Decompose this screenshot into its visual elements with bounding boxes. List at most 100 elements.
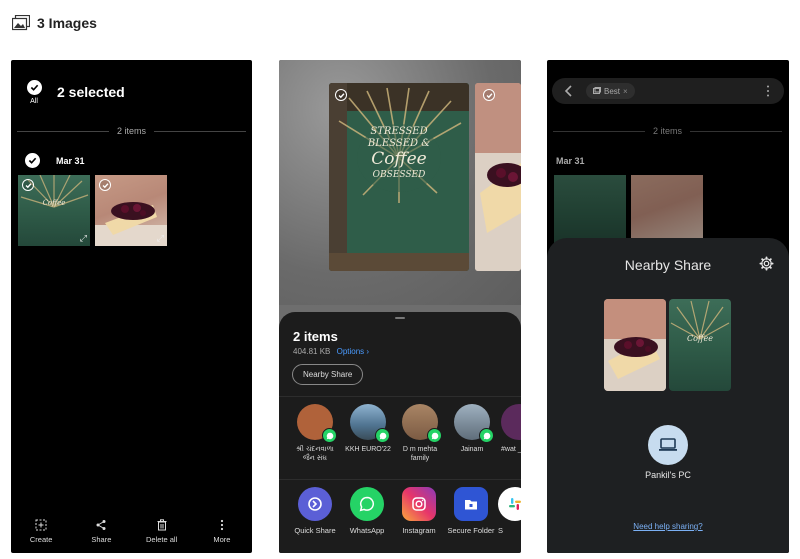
- chip-label: Best: [604, 86, 621, 96]
- bottom-action-bar: Create Share Delete all More: [11, 519, 252, 547]
- secure-folder-icon: [454, 487, 488, 521]
- checkmark-icon: [26, 80, 42, 95]
- neon-line-1: STRESSED: [370, 126, 428, 137]
- nearby-share-panel: Nearby Share Coffee Pankil's PC Need hel…: [547, 238, 789, 553]
- photo-thumbnail-neon[interactable]: Coffee ⤢: [18, 175, 90, 246]
- slack-icon: [498, 487, 521, 521]
- sheet-subtitle: 404.81 KB Options ›: [293, 347, 369, 356]
- contact-label: D m mehta family: [402, 446, 438, 462]
- create-icon: [35, 519, 47, 531]
- items-divider: 2 items: [553, 126, 783, 136]
- selected-photo-neon[interactable]: STRESSED BLESSED & Coffee OBSESSED: [329, 83, 469, 271]
- neon-line-4: OBSESSED: [372, 170, 426, 180]
- app-label: WhatsApp: [349, 526, 385, 535]
- contact-target-5[interactable]: #wat _bi: [501, 404, 521, 454]
- cake-photo-art: [604, 299, 666, 391]
- whatsapp-icon: [350, 487, 384, 521]
- items-count: 2 items: [117, 126, 147, 136]
- images-icon: [12, 15, 30, 31]
- back-arrow-icon[interactable]: [563, 84, 575, 98]
- avatar: [454, 404, 494, 443]
- cake-photo-art: [475, 83, 521, 271]
- app-label: S: [498, 526, 504, 535]
- select-all-toggle[interactable]: All: [25, 79, 43, 105]
- filter-chip-best[interactable]: Best ×: [586, 83, 635, 99]
- help-link[interactable]: Need help sharing?: [547, 522, 789, 531]
- divider: [279, 396, 521, 397]
- more-vertical-icon: [220, 519, 223, 531]
- whatsapp-icon: [322, 428, 337, 443]
- whatsapp-button[interactable]: WhatsApp: [342, 487, 392, 535]
- photo-thumbnail-cake[interactable]: [631, 175, 703, 246]
- selected-check-icon: [483, 89, 495, 101]
- neon-line-2: BLESSED &: [367, 138, 431, 149]
- select-all-label: All: [30, 98, 38, 105]
- selected-check-icon: [335, 89, 347, 101]
- avatar: [402, 404, 442, 443]
- expand-icon[interactable]: ⤢: [80, 233, 87, 244]
- items-divider: 2 items: [17, 126, 247, 136]
- create-button[interactable]: Create: [13, 519, 69, 547]
- neon-line-3: Coffee: [371, 149, 427, 169]
- contact-target-3[interactable]: D m mehta family: [397, 404, 443, 463]
- photo-thumbnail-cake[interactable]: ⤢: [95, 175, 167, 246]
- quick-share-icon: [298, 487, 332, 521]
- whatsapp-icon: [427, 428, 442, 443]
- sheet-title: 2 items: [293, 329, 338, 344]
- sheet-handle[interactable]: [395, 317, 405, 319]
- preview-photo-neon: Coffee: [669, 299, 731, 391]
- instagram-button[interactable]: Instagram: [394, 487, 444, 535]
- delete-all-button[interactable]: Delete all: [134, 519, 190, 547]
- screenshot-nearby-share: Best × 2 items Mar 31 Nearby Share Coffe…: [547, 60, 789, 553]
- selected-check-icon: [22, 179, 34, 191]
- device-pankils-pc[interactable]: [648, 425, 688, 465]
- whatsapp-icon: [375, 428, 390, 443]
- svg-text:Coffee: Coffee: [687, 334, 713, 343]
- more-vertical-icon[interactable]: [766, 84, 770, 98]
- slack-button[interactable]: S: [498, 487, 521, 535]
- date-label: Mar 31: [56, 155, 85, 166]
- instagram-icon: [402, 487, 436, 521]
- contact-label: #wat _bi: [501, 446, 521, 453]
- share-button[interactable]: Share: [73, 519, 129, 547]
- app-label: Instagram: [402, 526, 436, 535]
- checkmark-icon: [25, 153, 40, 168]
- neon-photo-art: Coffee: [670, 300, 730, 343]
- close-icon[interactable]: ×: [623, 87, 628, 96]
- search-bar[interactable]: Best ×: [552, 78, 784, 104]
- avatar: [501, 404, 521, 440]
- preview-photo-cake: [604, 299, 666, 391]
- whatsapp-icon: [479, 428, 494, 443]
- delete-all-label: Delete all: [145, 535, 178, 544]
- laptop-icon: [659, 438, 677, 451]
- page-header: 3 Images: [12, 10, 97, 36]
- trash-icon: [157, 519, 167, 531]
- more-button[interactable]: More: [194, 519, 250, 547]
- screenshot-gallery-selection: All 2 selected 2 items Mar 31 Coffee ⤢ ⤢…: [11, 60, 252, 553]
- selection-title: 2 selected: [57, 84, 125, 100]
- photo-thumbnail-neon[interactable]: [554, 175, 626, 246]
- contact-label: Jainam: [460, 446, 484, 453]
- selected-check-icon: [99, 179, 111, 191]
- svg-text:Coffee: Coffee: [43, 199, 66, 207]
- contact-target-2[interactable]: KKH EURO'22: [345, 404, 391, 454]
- share-bottom-sheet: 2 items 404.81 KB Options › Nearby Share…: [279, 312, 521, 553]
- nearby-share-button[interactable]: Nearby Share: [292, 364, 364, 385]
- contact-label: શ્રી ચંદનવાળા જૈન સંઘ: [296, 446, 334, 462]
- secure-folder-button[interactable]: Secure Folder: [446, 487, 496, 535]
- create-label: Create: [29, 535, 53, 544]
- app-label: Quick Share: [294, 526, 336, 535]
- contact-label: KKH EURO'22: [345, 446, 391, 453]
- date-header[interactable]: Mar 31: [25, 153, 85, 168]
- app-label: Secure Folder: [447, 526, 495, 535]
- gear-icon[interactable]: [759, 256, 774, 271]
- nearby-share-title: Nearby Share: [624, 257, 712, 273]
- quick-share-button[interactable]: Quick Share: [290, 487, 340, 535]
- contact-target-4[interactable]: Jainam: [449, 404, 495, 454]
- options-link[interactable]: Options ›: [337, 347, 369, 356]
- items-count: 2 items: [653, 126, 683, 136]
- file-size: 404.81 KB: [293, 347, 331, 356]
- selected-photo-cake[interactable]: [475, 83, 521, 271]
- contact-target-1[interactable]: શ્રી ચંદનવાળા જૈન સંઘ: [292, 404, 338, 463]
- expand-icon[interactable]: ⤢: [157, 233, 164, 244]
